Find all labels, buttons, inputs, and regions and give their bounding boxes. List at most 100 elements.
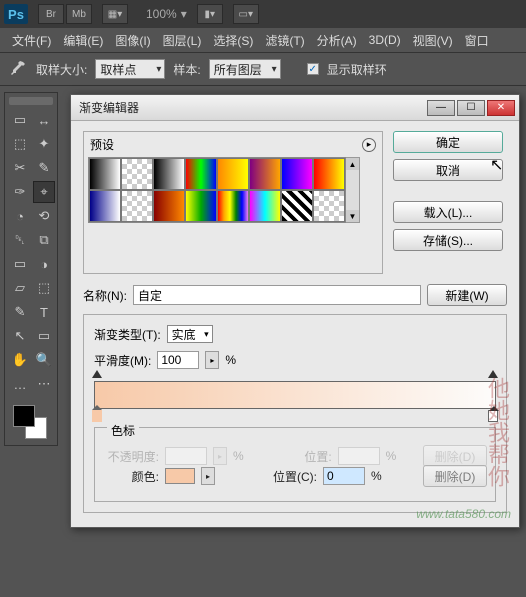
menu-window[interactable]: 窗口: [459, 29, 495, 52]
arrange-button[interactable]: ▮▾: [197, 4, 223, 24]
color-swatches[interactable]: [9, 401, 53, 441]
preset-7[interactable]: [313, 158, 345, 190]
preset-6[interactable]: [281, 158, 313, 190]
preset-14[interactable]: [281, 190, 313, 222]
sample-size-select[interactable]: 取样点: [95, 59, 165, 79]
name-input[interactable]: [133, 285, 421, 305]
menu-edit[interactable]: 编辑(E): [57, 29, 109, 52]
preset-1[interactable]: [121, 158, 153, 190]
stops-group: 色标 不透明度: ▸ % 位置: % 删除(D) 颜色: ▸: [94, 427, 496, 502]
tool-21[interactable]: 🔍: [33, 349, 55, 371]
tool-9[interactable]: ⟲: [33, 205, 55, 227]
gradient-settings-group: 渐变类型(T): 实底 平滑度(M): ▸ % 色标 不透明度:: [83, 314, 507, 513]
cancel-button[interactable]: 取消: [393, 159, 503, 181]
menu-3d[interactable]: 3D(D): [363, 30, 407, 50]
preset-11[interactable]: [185, 190, 217, 222]
new-button[interactable]: 新建(W): [427, 284, 507, 306]
menu-layer[interactable]: 图层(L): [157, 29, 208, 52]
tool-16[interactable]: ✎: [9, 301, 31, 323]
tool-18[interactable]: ↖: [9, 325, 31, 347]
tool-4[interactable]: ✂: [9, 157, 31, 179]
menu-file[interactable]: 文件(F): [6, 29, 57, 52]
eyedropper-icon: [8, 59, 28, 79]
tool-7[interactable]: ⌖: [33, 181, 55, 203]
opacity-label: 不透明度:: [103, 448, 159, 465]
color-location-input[interactable]: [323, 467, 365, 485]
tool-20[interactable]: ✋: [9, 349, 31, 371]
screen-mode-button[interactable]: ▭▾: [233, 4, 259, 24]
preset-0[interactable]: [89, 158, 121, 190]
preset-13[interactable]: [249, 190, 281, 222]
minimize-button[interactable]: —: [427, 100, 455, 116]
preset-4[interactable]: [217, 158, 249, 190]
color-stop-left[interactable]: [92, 410, 102, 422]
preset-5[interactable]: [249, 158, 281, 190]
menu-image[interactable]: 图像(I): [109, 29, 156, 52]
sample-layers-select[interactable]: 所有图层: [209, 59, 281, 79]
preset-12[interactable]: [217, 190, 249, 222]
tool-22[interactable]: …: [9, 373, 31, 395]
tool-10[interactable]: ␡: [9, 229, 31, 251]
tools-grip[interactable]: [9, 97, 53, 105]
preset-3[interactable]: [185, 158, 217, 190]
gradient-bar[interactable]: [94, 381, 496, 409]
presets-grid: [88, 157, 346, 223]
scroll-up-icon[interactable]: ▲: [346, 158, 359, 170]
smoothness-input[interactable]: [157, 351, 199, 369]
presets-scrollbar[interactable]: ▲ ▼: [346, 157, 360, 223]
tool-19[interactable]: ▭: [33, 325, 55, 347]
save-button[interactable]: 存储(S)...: [393, 229, 503, 251]
foreground-swatch[interactable]: [13, 405, 35, 427]
menu-filter[interactable]: 滤镜(T): [259, 29, 310, 52]
tool-3[interactable]: ✦: [33, 133, 55, 155]
tool-17[interactable]: T: [33, 301, 55, 323]
menu-analysis[interactable]: 分析(A): [311, 29, 363, 52]
view-extras-button[interactable]: ▦▾: [102, 4, 128, 24]
ok-button[interactable]: 确定: [393, 131, 503, 153]
bridge-button[interactable]: Br: [38, 4, 64, 24]
preset-15[interactable]: [313, 190, 345, 222]
dialog-titlebar[interactable]: 渐变编辑器 — ☐ ✕: [71, 95, 519, 121]
presets-menu-button[interactable]: ▸: [362, 138, 376, 152]
preset-2[interactable]: [153, 158, 185, 190]
menu-view[interactable]: 视图(V): [407, 29, 459, 52]
scroll-down-icon[interactable]: ▼: [346, 210, 359, 222]
opacity-stop-right[interactable]: [488, 370, 498, 378]
gradient-type-select[interactable]: 实底: [167, 325, 213, 343]
load-button[interactable]: 载入(L)...: [393, 201, 503, 223]
delete-opacity-stop-button: 删除(D): [423, 445, 487, 467]
color-location-label: 位置(C):: [261, 468, 317, 485]
tool-13[interactable]: ◑: [33, 253, 55, 275]
sample-size-label: 取样大小:: [36, 61, 87, 78]
preset-9[interactable]: [121, 190, 153, 222]
tool-1[interactable]: ↔: [33, 109, 55, 131]
color-stop-right[interactable]: [488, 410, 498, 422]
tool-2[interactable]: ⬚: [9, 133, 31, 155]
tool-11[interactable]: ⧉: [33, 229, 55, 251]
percent-label-1: %: [225, 353, 236, 367]
preset-10[interactable]: [153, 190, 185, 222]
tool-0[interactable]: ▭: [9, 109, 31, 131]
tool-12[interactable]: ▭: [9, 253, 31, 275]
tool-5[interactable]: ✎: [33, 157, 55, 179]
stops-legend: 色标: [107, 422, 139, 439]
smoothness-flyout[interactable]: ▸: [205, 351, 219, 369]
presets-group: 预设 ▸ ▲ ▼: [83, 131, 383, 274]
color-flyout[interactable]: ▸: [201, 467, 215, 485]
sample-label: 样本:: [173, 61, 200, 78]
dialog-title: 渐变编辑器: [79, 99, 427, 116]
color-swatch[interactable]: [165, 468, 195, 484]
close-button[interactable]: ✕: [487, 100, 515, 116]
tool-15[interactable]: ⬚: [33, 277, 55, 299]
minibridge-button[interactable]: Mb: [66, 4, 92, 24]
tool-23[interactable]: ⋯: [33, 373, 55, 395]
show-ring-checkbox[interactable]: ✓: [307, 63, 319, 75]
preset-8[interactable]: [89, 190, 121, 222]
maximize-button[interactable]: ☐: [457, 100, 485, 116]
tool-6[interactable]: ✑: [9, 181, 31, 203]
zoom-level[interactable]: 100%: [146, 7, 177, 21]
opacity-stop-left[interactable]: [92, 370, 102, 378]
tool-14[interactable]: ▱: [9, 277, 31, 299]
menu-select[interactable]: 选择(S): [207, 29, 259, 52]
tool-8[interactable]: ◔: [9, 205, 31, 227]
